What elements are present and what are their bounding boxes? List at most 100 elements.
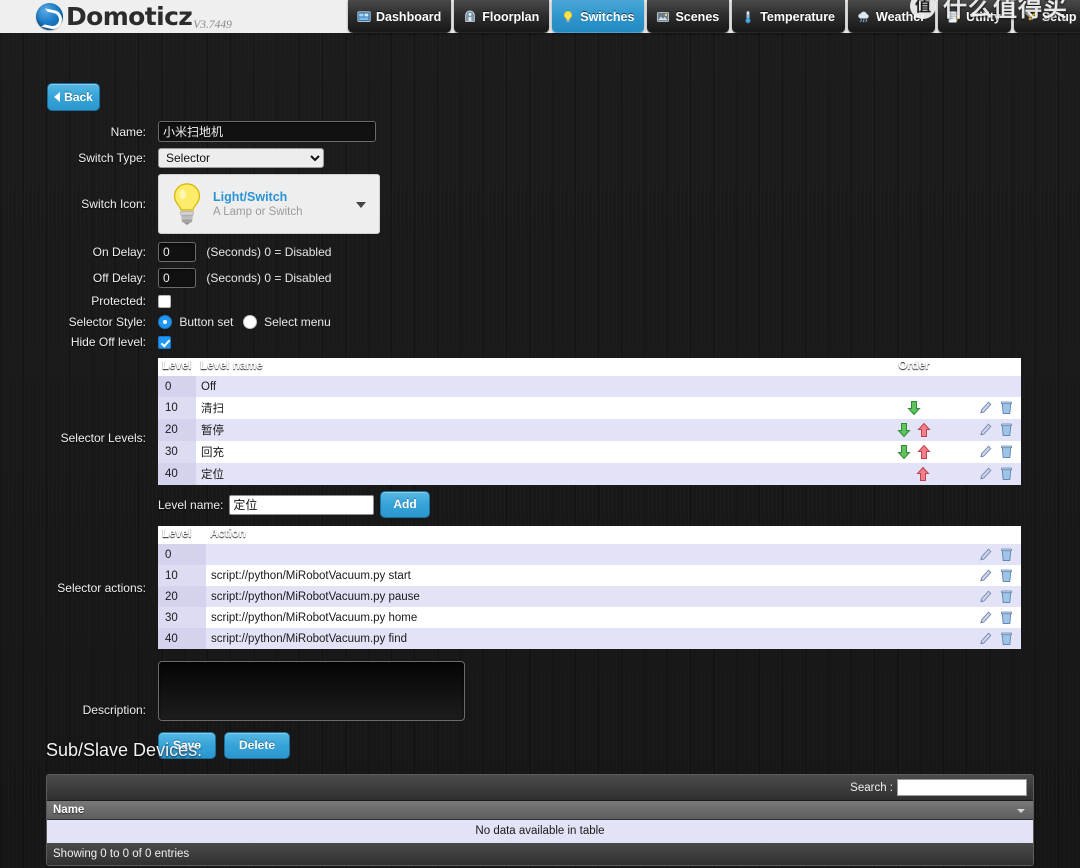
move-up-icon[interactable]: [915, 466, 931, 482]
protected-checkbox[interactable]: [158, 295, 171, 309]
field-row-on-delay: On Delay: (Seconds) 0 = Disabled: [0, 242, 1080, 262]
cell-level: 30: [158, 607, 206, 629]
brand-logo[interactable]: Domoticz V3.7449: [36, 0, 232, 34]
delete-icon[interactable]: [1000, 467, 1013, 481]
brand-name: Domoticz: [66, 1, 193, 31]
column-header-label: Name: [53, 804, 85, 816]
move-down-icon[interactable]: [896, 422, 912, 438]
table-row[interactable]: 10 script://python/MiRobotVacuum.py star…: [158, 565, 1021, 587]
name-input[interactable]: [158, 121, 376, 142]
search-input[interactable]: [897, 779, 1027, 796]
table-row[interactable]: 10 清扫: [158, 397, 1021, 420]
column-header-action: Action: [210, 528, 246, 541]
tab-label: Floorplan: [482, 9, 540, 24]
switch-type-label: Switch Type:: [78, 151, 146, 165]
field-row-name: Name:: [0, 121, 1080, 142]
off-delay-hint: (Seconds) 0 = Disabled: [206, 271, 332, 285]
table-row[interactable]: 40 script://python/MiRobotVacuum.py find: [158, 628, 1021, 650]
edit-icon[interactable]: [979, 611, 992, 625]
chevron-down-icon: [356, 202, 366, 208]
cell-level: 0: [158, 376, 196, 398]
add-level-row: Level name: Add: [158, 491, 1080, 519]
cell-tools: [969, 419, 1021, 441]
cell-order: [859, 419, 969, 441]
switch-icon-label: Switch Icon:: [81, 197, 146, 211]
edit-icon[interactable]: [979, 548, 992, 562]
add-level-button[interactable]: Add: [380, 491, 430, 519]
table-row[interactable]: 30 script://python/MiRobotVacuum.py home: [158, 607, 1021, 629]
switch-icon-subtitle: A Lamp or Switch: [213, 205, 303, 218]
cell-tools: [969, 586, 1021, 607]
table-row[interactable]: 20 script://python/MiRobotVacuum.py paus…: [158, 586, 1021, 608]
cell-level: 20: [158, 586, 206, 608]
level-name-input[interactable]: [229, 494, 375, 515]
edit-icon[interactable]: [979, 445, 992, 459]
delete-icon[interactable]: [1000, 590, 1013, 604]
cell-action: script://python/MiRobotVacuum.py find: [211, 632, 408, 645]
cell-level-name: 定位: [201, 469, 224, 482]
arrow-left-icon: [54, 92, 61, 102]
edit-icon[interactable]: [979, 467, 992, 481]
selector-style-label: Selector Style:: [68, 314, 146, 329]
thermometer-icon: [745, 10, 751, 23]
table-row[interactable]: 0: [158, 544, 1021, 566]
move-down-icon[interactable]: [896, 444, 912, 460]
name-label: Name:: [110, 124, 146, 139]
move-up-icon[interactable]: [916, 422, 932, 438]
column-header-order: Order: [898, 360, 930, 373]
delete-icon[interactable]: [1000, 611, 1013, 625]
cell-action: script://python/MiRobotVacuum.py start: [211, 569, 411, 582]
domoticz-logo-icon: [36, 2, 63, 30]
description-textarea[interactable]: [158, 661, 465, 722]
cell-action: script://python/MiRobotVacuum.py pause: [211, 590, 420, 603]
tab-dashboard[interactable]: Dashboard: [348, 0, 452, 33]
delete-icon[interactable]: [1000, 445, 1013, 459]
selector-actions-head: Level Action: [158, 526, 1021, 544]
cell-level: 20: [158, 419, 196, 442]
delete-icon[interactable]: [1000, 423, 1013, 437]
selector-style-radio-button-set[interactable]: [158, 315, 172, 330]
brand-version: V3.7449: [193, 19, 232, 31]
table-row[interactable]: 40 定位: [158, 463, 1021, 486]
switch-type-select[interactable]: Selector: [158, 148, 324, 168]
column-header-tools: [969, 526, 1021, 544]
selector-style-radio-select-menu[interactable]: [242, 315, 257, 330]
tab-temperature[interactable]: Temperature: [732, 0, 846, 33]
back-button[interactable]: Back: [47, 83, 100, 111]
protected-label: Protected:: [91, 294, 146, 309]
table-row[interactable]: 20 暂停: [158, 419, 1021, 442]
delete-icon[interactable]: [1000, 401, 1013, 415]
table-row[interactable]: 30 回充: [158, 441, 1021, 464]
tab-floorplan[interactable]: Floorplan: [454, 0, 550, 33]
sub-slave-title: Sub/Slave Devices:: [46, 740, 203, 760]
edit-icon[interactable]: [979, 401, 992, 415]
table-header-row: Level Action: [158, 526, 1021, 544]
delete-icon[interactable]: [1000, 632, 1013, 646]
add-level-label: Level name:: [158, 497, 224, 512]
cell-tools: [969, 397, 1021, 419]
column-header-level: Level: [162, 360, 192, 373]
cell-level: 30: [158, 441, 196, 464]
hide-off-level-checkbox[interactable]: [158, 336, 171, 350]
edit-icon[interactable]: [979, 632, 992, 646]
on-delay-input[interactable]: [158, 242, 196, 262]
tab-switches[interactable]: Switches: [552, 0, 645, 33]
edit-icon[interactable]: [979, 590, 992, 604]
delete-icon[interactable]: [1000, 569, 1013, 583]
field-row-protected: Protected:: [0, 294, 1080, 309]
edit-icon[interactable]: [979, 569, 992, 583]
selector-levels-body: 0 Off 10 清扫 20 暂停 30 回充 40 定位: [158, 376, 1021, 486]
table-header-row: Level Level name Order: [158, 358, 1021, 376]
move-up-icon[interactable]: [916, 444, 932, 460]
edit-icon[interactable]: [979, 423, 992, 437]
tab-scenes[interactable]: Scenes: [647, 0, 730, 33]
table-row[interactable]: 0 Off: [158, 376, 1021, 398]
cell-level-name: 回充: [201, 447, 224, 460]
switch-icon-picker[interactable]: Light/Switch A Lamp or Switch: [158, 174, 380, 234]
move-down-icon[interactable]: [906, 400, 922, 416]
off-delay-input[interactable]: [158, 268, 196, 288]
sub-slave-column-header-name[interactable]: Name: [47, 801, 1033, 820]
tab-label: Dashboard: [376, 9, 442, 24]
cell-level: 40: [158, 463, 196, 486]
delete-icon[interactable]: [1000, 548, 1013, 562]
